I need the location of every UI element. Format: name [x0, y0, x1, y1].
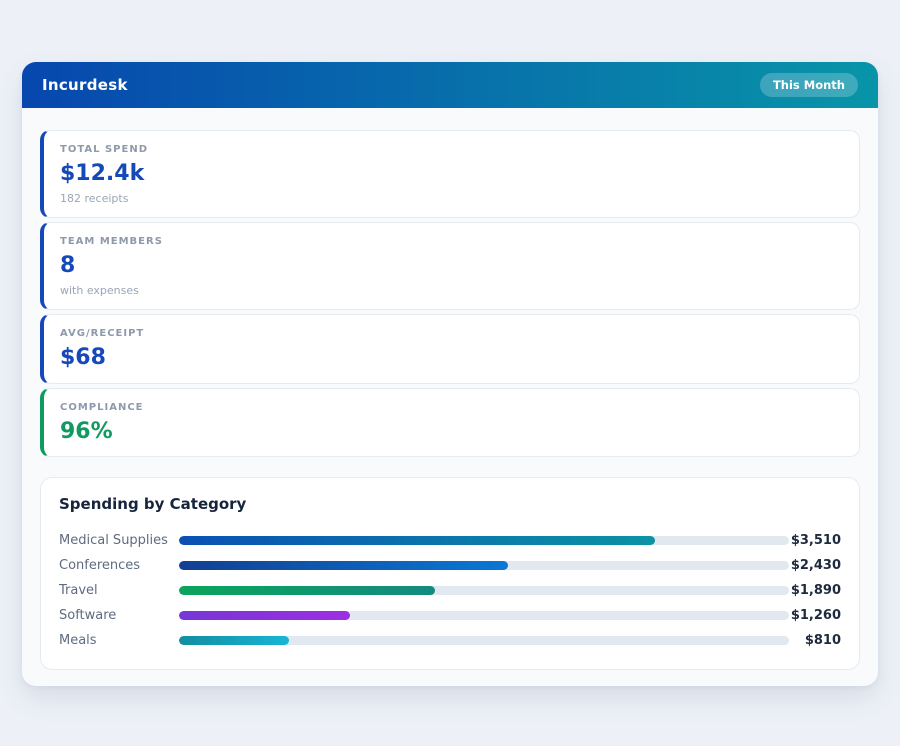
stat-subtext: 182 receipts [60, 192, 843, 205]
category-bar-track [179, 561, 789, 570]
category-amount: $3,510 [789, 533, 841, 548]
stat-label: TEAM MEMBERS [60, 236, 843, 247]
app-title: Incurdesk [42, 76, 128, 94]
category-bar-fill [179, 611, 350, 620]
stat-value: $68 [60, 346, 843, 370]
category-bar-track [179, 586, 789, 595]
app-header: Incurdesk This Month [22, 62, 878, 108]
stat-label: COMPLIANCE [60, 402, 843, 413]
stat-value: 8 [60, 254, 843, 278]
category-row: Meals $810 [59, 628, 841, 653]
category-bar-track [179, 536, 789, 545]
category-amount: $1,260 [789, 608, 841, 623]
category-bar-track [179, 636, 789, 645]
category-label: Meals [59, 633, 179, 648]
stat-card-avg-receipt: AVG/RECEIPT $68 [40, 314, 860, 383]
category-row: Conferences $2,430 [59, 553, 841, 578]
spending-by-category-card: Spending by Category Medical Supplies $3… [40, 477, 860, 670]
stat-value: $12.4k [60, 162, 843, 186]
stat-card-team-members: TEAM MEMBERS 8 with expenses [40, 222, 860, 310]
stat-value: 96% [60, 420, 843, 444]
category-label: Medical Supplies [59, 533, 179, 548]
category-bar-fill [179, 586, 435, 595]
category-amount: $2,430 [789, 558, 841, 573]
incurdesk-panel: Incurdesk This Month TOTAL SPEND $12.4k … [22, 62, 878, 686]
stat-label: TOTAL SPEND [60, 144, 843, 155]
category-label: Travel [59, 583, 179, 598]
category-row: Travel $1,890 [59, 578, 841, 603]
category-amount: $810 [789, 633, 841, 648]
spending-by-category-title: Spending by Category [59, 495, 841, 513]
this-month-badge[interactable]: This Month [760, 73, 858, 97]
category-row: Software $1,260 [59, 603, 841, 628]
category-amount: $1,890 [789, 583, 841, 598]
category-bar-fill [179, 561, 508, 570]
category-row: Medical Supplies $3,510 [59, 528, 841, 553]
category-label: Software [59, 608, 179, 623]
category-bar-track [179, 611, 789, 620]
stat-card-total-spend: TOTAL SPEND $12.4k 182 receipts [40, 130, 860, 218]
category-label: Conferences [59, 558, 179, 573]
category-bar-fill [179, 536, 655, 545]
stat-label: AVG/RECEIPT [60, 328, 843, 339]
stat-card-compliance: COMPLIANCE 96% [40, 388, 860, 457]
panel-content: TOTAL SPEND $12.4k 182 receipts TEAM MEM… [22, 108, 878, 670]
stat-subtext: with expenses [60, 284, 843, 297]
category-bar-fill [179, 636, 289, 645]
